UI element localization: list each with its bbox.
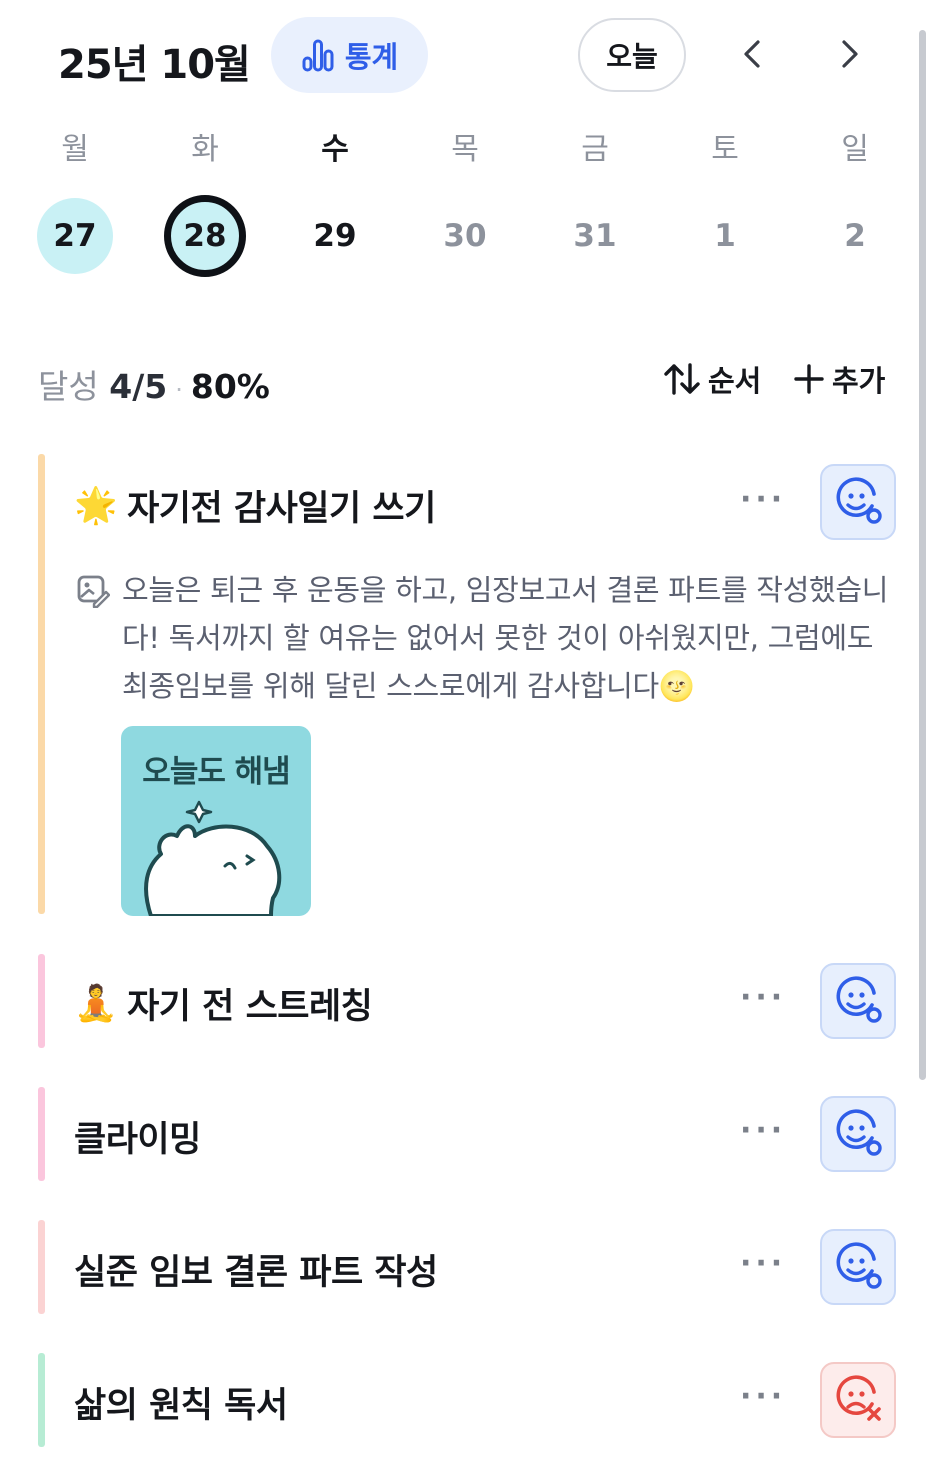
date-cell-selected[interactable]: 28 bbox=[164, 195, 246, 277]
month-title[interactable]: 25년 10월 bbox=[58, 32, 251, 90]
smile-check-icon bbox=[836, 1109, 882, 1156]
habit-color-bar bbox=[38, 454, 45, 914]
date-cell[interactable]: 1 bbox=[687, 198, 763, 274]
star-emoji-icon: 🌟 bbox=[74, 486, 118, 526]
habit-title: 클라이밍 bbox=[74, 1120, 201, 1160]
weekday-label: 토 bbox=[711, 132, 739, 167]
achievement-count: 4/5 bbox=[109, 367, 168, 406]
date-cell[interactable]: 30 bbox=[427, 198, 503, 274]
weekday-label: 월 bbox=[61, 132, 89, 167]
plus-icon bbox=[794, 364, 824, 394]
date-cell[interactable]: 31 bbox=[557, 198, 633, 274]
more-options-button[interactable]: ··· bbox=[740, 980, 786, 1015]
scrollbar[interactable] bbox=[919, 30, 926, 1080]
achievement-text: 달성 4/5 · 80% bbox=[38, 360, 270, 408]
habit-note-text: 오늘은 퇴근 후 운동을 하고, 임장보고서 결론 파트를 작성했습니다! 독서… bbox=[122, 573, 889, 703]
habit-color-bar bbox=[38, 954, 45, 1048]
habit-color-bar bbox=[38, 1087, 45, 1181]
weekday-row: 월 화 수 목 금 토 일 bbox=[10, 124, 922, 176]
sort-order-label: 순서 bbox=[708, 364, 762, 398]
smile-check-icon bbox=[836, 976, 882, 1023]
habit-title: 실준 임보 결론 파트 작성 bbox=[74, 1253, 438, 1293]
achievement-summary: 달성 4/5 · 80% 순서 추가 bbox=[38, 356, 898, 406]
habit-item[interactable]: 실준 임보 결론 파트 작성 ··· bbox=[38, 1220, 898, 1314]
habit-color-bar bbox=[38, 1353, 45, 1447]
character-illustration bbox=[144, 800, 282, 916]
more-options-button[interactable]: ··· bbox=[740, 482, 786, 517]
habit-title: 🧘 자기 전 스트레칭 bbox=[74, 984, 373, 1027]
prev-week-button[interactable] bbox=[728, 30, 776, 78]
habit-item[interactable]: 🌟 자기전 감사일기 쓰기 ··· 오늘은 퇴근 후 운동을 하고, 임장보고서… bbox=[38, 454, 898, 916]
today-button[interactable]: 오늘 bbox=[578, 18, 686, 92]
achievement-label: 달성 bbox=[38, 367, 99, 406]
date-cell-today[interactable]: 29 bbox=[297, 198, 373, 274]
habit-status-button[interactable] bbox=[820, 963, 896, 1039]
bar-chart-icon bbox=[302, 39, 334, 72]
next-week-button[interactable] bbox=[826, 30, 874, 78]
habit-item[interactable]: 삶의 원칙 독서 ··· bbox=[38, 1353, 898, 1447]
stats-button[interactable]: 통계 bbox=[271, 17, 428, 93]
note-sticker-image[interactable]: 오늘도 해냄 bbox=[121, 726, 311, 916]
weekday-label: 일 bbox=[841, 132, 869, 167]
achievement-percent: 80% bbox=[190, 367, 270, 406]
image-edit-icon bbox=[77, 575, 110, 608]
sort-arrows-icon bbox=[664, 363, 700, 395]
habit-status-button[interactable] bbox=[820, 1229, 896, 1305]
habit-title: 🌟 자기전 감사일기 쓰기 bbox=[74, 486, 436, 529]
separator-dot: · bbox=[175, 376, 183, 404]
stats-label: 통계 bbox=[344, 40, 399, 74]
habit-color-bar bbox=[38, 1220, 45, 1314]
date-row: 27 28 29 30 31 1 2 bbox=[10, 195, 922, 277]
habit-status-button[interactable] bbox=[820, 1362, 896, 1438]
smile-check-icon bbox=[836, 477, 882, 524]
habit-title: 삶의 원칙 독서 bbox=[74, 1386, 288, 1426]
meditation-emoji-icon: 🧘 bbox=[74, 984, 118, 1024]
sort-order-button[interactable]: 순서 bbox=[662, 358, 761, 400]
chevron-right-icon bbox=[842, 40, 858, 68]
habit-status-button[interactable] bbox=[820, 1096, 896, 1172]
weekday-label: 화 bbox=[191, 132, 219, 167]
weekday-label: 수 bbox=[321, 132, 349, 167]
date-cell[interactable]: 2 bbox=[817, 198, 893, 274]
habit-status-button[interactable] bbox=[820, 464, 896, 540]
add-habit-button[interactable]: 추가 bbox=[794, 358, 885, 400]
more-options-button[interactable]: ··· bbox=[740, 1379, 786, 1414]
more-options-button[interactable]: ··· bbox=[740, 1246, 786, 1281]
date-cell[interactable]: 27 bbox=[37, 198, 113, 274]
add-habit-label: 추가 bbox=[832, 364, 886, 398]
weekday-label: 목 bbox=[451, 132, 479, 167]
week-calendar: 월 화 수 목 금 토 일 27 28 29 30 31 1 2 bbox=[10, 124, 922, 277]
chevron-left-icon bbox=[744, 40, 760, 68]
weekday-label: 금 bbox=[581, 132, 609, 167]
habit-item[interactable]: 🧘 자기 전 스트레칭 ··· bbox=[38, 954, 898, 1048]
smile-check-icon bbox=[836, 1242, 882, 1289]
header: 25년 10월 통계 오늘 bbox=[0, 16, 934, 94]
more-options-button[interactable]: ··· bbox=[740, 1113, 786, 1148]
habit-item[interactable]: 클라이밍 ··· bbox=[38, 1087, 898, 1181]
sad-x-icon bbox=[836, 1375, 881, 1421]
